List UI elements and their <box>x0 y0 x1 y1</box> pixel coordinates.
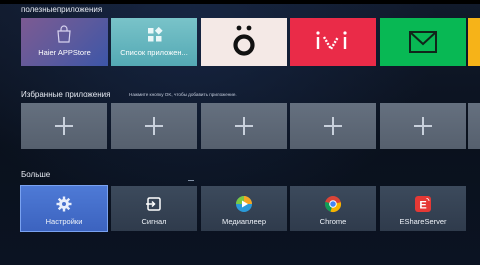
eshareserver-label: EShareServer <box>399 217 447 226</box>
input-source-icon <box>146 197 161 211</box>
envelope-app-tile[interactable] <box>380 18 466 66</box>
section-title-favorites: Избранные приложения <box>21 90 111 99</box>
favorites-hint: Нажмите кнопку OK, чтобы добавить прилож… <box>129 92 237 97</box>
add-favorite-slot-1[interactable] <box>21 103 107 149</box>
yellow-app-tile[interactable] <box>468 18 480 66</box>
envelope-icon <box>409 31 437 53</box>
plus-icon <box>55 117 73 135</box>
svg-text:E: E <box>419 200 426 212</box>
app-list-label: Список приложен... <box>120 48 188 57</box>
mediaplayer-icon <box>236 196 252 212</box>
ivi-tile[interactable] <box>290 18 376 66</box>
settings-tile[interactable]: Настройки <box>20 185 108 232</box>
app-grid-icon <box>148 27 163 42</box>
mediaplayer-tile[interactable]: Медиаплеер <box>201 186 287 231</box>
plus-icon <box>235 117 253 135</box>
shopping-bag-icon <box>57 25 71 43</box>
add-favorite-slot-3[interactable] <box>201 103 287 149</box>
add-favorite-slot-4[interactable] <box>290 103 376 149</box>
mediaplayer-label: Медиаплеер <box>221 217 267 226</box>
gear-icon <box>56 196 72 212</box>
plus-icon <box>414 117 432 135</box>
plus-icon <box>324 117 342 135</box>
divider <box>188 180 194 181</box>
eshareserver-tile[interactable]: E EShareServer <box>380 186 466 231</box>
chrome-icon <box>325 196 342 213</box>
haier-appstore-tile[interactable]: Haier APPStore <box>21 18 108 66</box>
section-title-useful-apps: полезныеприложения <box>21 5 103 14</box>
add-favorite-slot-2[interactable] <box>111 103 197 149</box>
haier-appstore-label: Haier APPStore <box>38 48 91 57</box>
okko-logo-icon <box>233 25 255 56</box>
signal-tile[interactable]: Сигнал <box>111 186 197 231</box>
top-bar <box>0 0 480 4</box>
chrome-label: Chrome <box>319 217 347 226</box>
chrome-tile[interactable]: Chrome <box>290 186 376 231</box>
settings-label: Настройки <box>45 217 83 226</box>
plus-icon <box>145 117 163 135</box>
ivi-logo-icon <box>316 31 347 52</box>
add-favorite-slot-6[interactable] <box>468 103 480 149</box>
okko-tile[interactable] <box>201 18 287 66</box>
add-favorite-slot-5[interactable] <box>380 103 466 149</box>
section-title-more: Больше <box>21 170 51 179</box>
app-list-tile[interactable]: Список приложен... <box>111 18 197 66</box>
eshare-icon: E <box>415 196 431 212</box>
signal-label: Сигнал <box>141 217 167 226</box>
